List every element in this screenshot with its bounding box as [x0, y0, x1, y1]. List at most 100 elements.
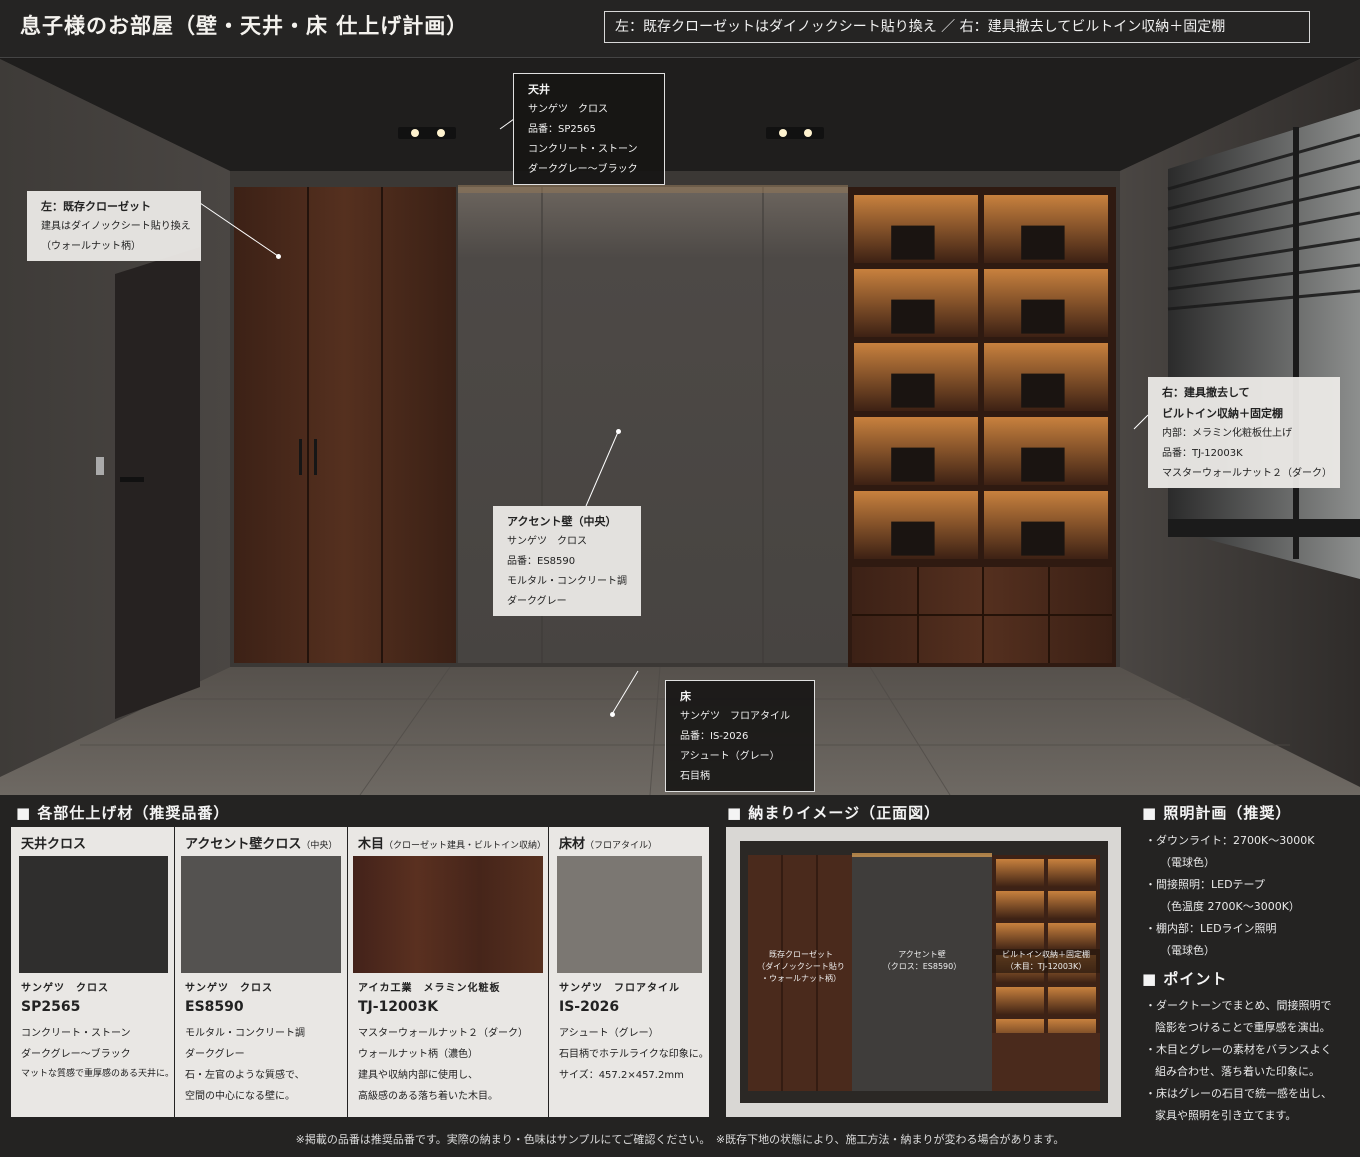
shelf-cell — [1048, 859, 1096, 887]
lighting-line: ・間接照明：LEDテープ — [1145, 878, 1265, 891]
point-line: ・床はグレーの石目で統一感を出し、 — [1145, 1087, 1332, 1100]
card-line: 石・左官のような質感で、 — [185, 1070, 305, 1081]
closet-callout: 左：既存クローゼット 建具はダイノックシート貼り換え （ウォールナット柄） — [27, 191, 201, 261]
card-heading: 天井クロス — [21, 833, 86, 852]
shelf-object — [1021, 373, 1065, 408]
shelf-cell — [1048, 923, 1096, 951]
elev-line: 既存クローゼット — [769, 950, 833, 959]
card-line: アシュート（グレー） — [559, 1028, 659, 1039]
elevation-builtin-label: ビルトイン収納＋固定棚 （木目：TJ-12003K） — [992, 949, 1100, 973]
points-section-title: ■ ポイント — [1142, 970, 1228, 988]
card-code: ES8590 — [185, 999, 244, 1015]
material-swatch — [181, 856, 341, 973]
card-line: サイズ：457.2×457.2mm — [559, 1070, 684, 1081]
callout-title-2: ビルトイン収納＋固定棚 — [1162, 407, 1283, 420]
elev-line: ・ウォールナット柄） — [761, 974, 841, 983]
callout-line: 品番：ES8590 — [507, 556, 576, 567]
point-line: 組み合わせ、落ち着いた印象に。 — [1155, 1065, 1320, 1078]
shelf-object — [1021, 225, 1065, 260]
card-code: SP2565 — [21, 999, 81, 1015]
lighting-line: （電球色） — [1160, 944, 1215, 957]
card-line: マスターウォールナット２（ダーク） — [358, 1028, 528, 1039]
callout-title: 左：既存クローゼット — [41, 200, 151, 213]
accent-callout: アクセント壁（中央） サンゲツ クロス 品番：ES8590 モルタル・コンクリー… — [493, 506, 641, 616]
floor-marker — [610, 712, 615, 717]
material-card-floor: 床材（フロアタイル） サンゲツ フロアタイル IS-2026 アシュート（グレー… — [549, 827, 709, 1117]
callout-line: ダークグレー — [507, 596, 567, 607]
callout-line: 品番：IS-2026 — [680, 731, 749, 742]
card-maker: サンゲツ クロス — [21, 983, 109, 994]
card-line: モルタル・コンクリート調 — [185, 1028, 305, 1039]
card-heading-main: アクセント壁クロス — [185, 837, 302, 852]
card-line: コンクリート・ストーン — [21, 1028, 131, 1039]
card-heading-note: （クローゼット建具・ビルトイン収納） — [384, 841, 547, 851]
shelf-object — [891, 373, 935, 408]
shelf-object — [891, 521, 935, 556]
callout-title: 天井 — [528, 83, 550, 96]
footer-note: ※掲載の品番は推奨品番です。実際の納まり・色味はサンプルにてご確認ください。 ※… — [295, 1133, 1065, 1146]
callout-title: 右：建具撤去して — [1162, 386, 1250, 399]
lighting-line: （色温度 2700K〜3000K） — [1160, 900, 1300, 913]
callout-line: ダークグレー〜ブラック — [528, 164, 638, 175]
callout-line: （ウォールナット柄） — [41, 241, 141, 252]
callout-line: 内部：メラミン化粧板仕上げ — [1162, 428, 1292, 439]
shelf-object — [1021, 447, 1065, 482]
card-heading-main: 木目 — [358, 837, 385, 852]
card-maker: アイカ工業 メラミン化粧板 — [358, 983, 501, 994]
callout-line: モルタル・コンクリート調 — [507, 576, 627, 587]
card-line: マットな質感で重厚感のある天井に。 — [21, 1069, 174, 1079]
elev-line: アクセント壁 — [898, 950, 946, 959]
card-heading-main: 床材 — [559, 837, 586, 852]
room-rendering: 天井 サンゲツ クロス 品番：SP2565 コンクリート・ストーン ダークグレー… — [0, 59, 1360, 795]
card-line: ダークグレー — [185, 1049, 245, 1060]
card-heading-note: （中央） — [301, 841, 338, 851]
shelf-cell — [1048, 891, 1096, 919]
card-line: 空間の中心になる壁に。 — [185, 1091, 295, 1102]
materials-section-title: ■ 各部仕上げ材（推奨品番） — [16, 804, 230, 822]
card-line: ウォールナット柄（濃色） — [358, 1049, 478, 1060]
card-maker: サンゲツ クロス — [185, 983, 273, 994]
elev-line: （クロス：ES8590） — [882, 962, 962, 971]
shelf-cell — [996, 923, 1044, 951]
elev-line: （ダイノックシート貼り — [757, 962, 845, 971]
card-line: 高級感のある落ち着いた木目。 — [358, 1091, 498, 1102]
elevation-closet-label: 既存クローゼット （ダイノックシート貼り ・ウォールナット柄） — [756, 949, 846, 985]
shelf-object — [1021, 521, 1065, 556]
shelf-cell — [996, 859, 1044, 887]
elev-line: ビルトイン収納＋固定棚 — [1002, 950, 1090, 959]
card-maker: サンゲツ フロアタイル — [559, 983, 680, 994]
lighting-section-title: ■ 照明計画（推奨） — [1142, 804, 1292, 822]
shelf-cell — [1048, 987, 1096, 1015]
callout-line: 品番：SP2565 — [528, 124, 596, 135]
material-card-wood: 木目（クローゼット建具・ビルトイン収納） アイカ工業 メラミン化粧板 TJ-12… — [348, 827, 548, 1117]
callout-line: サンゲツ クロス — [528, 104, 608, 115]
point-line: ・ダークトーンでまとめ、間接照明で — [1145, 999, 1332, 1012]
card-heading: 木目（クローゼット建具・ビルトイン収納） — [358, 833, 546, 852]
elevation-section-title: ■ 納まりイメージ（正面図） — [727, 804, 941, 822]
callout-line: 石目柄 — [680, 771, 710, 782]
floor-callout: 床 サンゲツ フロアタイル 品番：IS-2026 アシュート（グレー） 石目柄 — [665, 680, 815, 792]
callout-title: 床 — [680, 690, 691, 703]
shelf-object — [891, 225, 935, 260]
card-heading: アクセント壁クロス（中央） — [185, 833, 337, 852]
card-line: 建具や収納内部に使用し、 — [358, 1070, 478, 1081]
point-line: ・木目とグレーの素材をバランスよく — [1145, 1043, 1332, 1056]
card-code: IS-2026 — [559, 999, 620, 1015]
callout-line: アシュート（グレー） — [680, 751, 780, 762]
shelf-cell — [996, 987, 1044, 1015]
card-line: ダークグレー〜ブラック — [21, 1049, 131, 1060]
callout-line: マスターウォールナット２（ダーク） — [1162, 468, 1332, 479]
card-code: TJ-12003K — [358, 999, 439, 1015]
callout-title: アクセント壁（中央） — [507, 515, 617, 528]
accent-marker — [616, 429, 621, 434]
material-card-ceiling: 天井クロス サンゲツ クロス SP2565 コンクリート・ストーン ダークグレー… — [11, 827, 174, 1117]
elev-line: （木目：TJ-12003K） — [1005, 962, 1087, 971]
header-bar: 息子様のお部屋（壁・天井・床 仕上げ計画） 左：既存クローゼットはダイノックシー… — [0, 0, 1360, 58]
callout-line: コンクリート・ストーン — [528, 144, 638, 155]
callout-line: サンゲツ クロス — [507, 536, 587, 547]
subtitle-box: 左：既存クローゼットはダイノックシート貼り換え ／ 右：建具撤去してビルトイン収… — [604, 11, 1310, 43]
closet-marker — [276, 254, 281, 259]
shelf-object — [1021, 299, 1065, 334]
callout-line: 品番：TJ-12003K — [1162, 448, 1243, 459]
shelf-object — [891, 447, 935, 482]
